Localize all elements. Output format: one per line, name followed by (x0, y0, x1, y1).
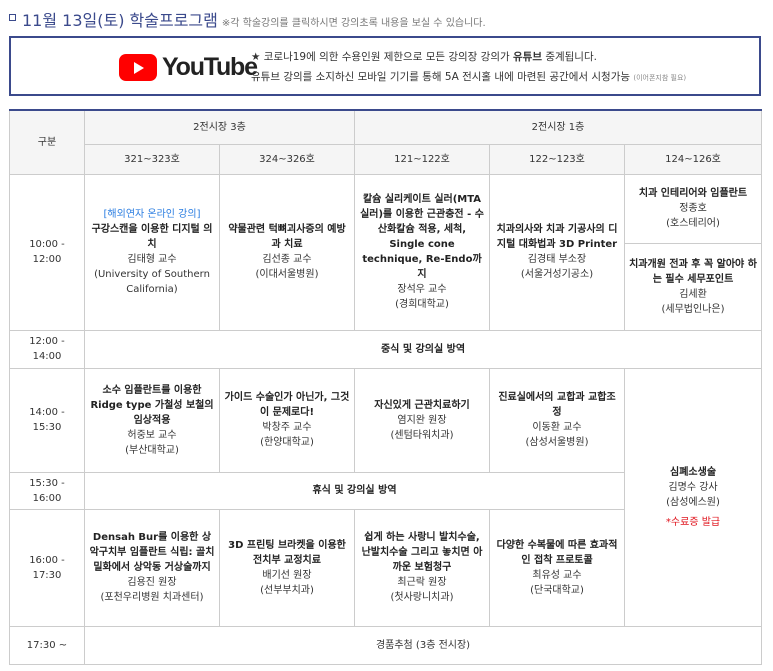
lecture-cell[interactable]: 소수 임플란트를 이용한 Ridge type 가철성 보철의 임상적용 허중보 … (84, 367, 220, 473)
hall-3f: 2전시장 3층 (84, 109, 355, 145)
program-table: 구분 2전시장 3층 2전시장 1층 321~323호 324~326호 121… (9, 109, 763, 665)
lecture-cell[interactable]: 3D 프린팅 브라켓을 이용한 전치부 교정치료 배기선 원장 (선부부치과) (219, 508, 355, 627)
lecture-cell[interactable]: [해외연자 온라인 강의] 구강스캔을 이용한 디지털 의치 김태형 교수 (Univ… (84, 173, 220, 331)
youtube-play-icon (119, 54, 157, 81)
lecture-cell[interactable]: 진료실에서의 교합과 교합조정 이동환 교수 (삼성서울병원) (489, 367, 625, 473)
lecture-cell[interactable]: 칼슘 실리케이트 실러(MTA 실러)를 이용한 근관충전 - 수산화칼슘 적용… (354, 173, 490, 331)
page-title: 11월 13일(토) 학술프로그램 ※각 학술강의를 클릭하시면 강의초록 내용을… (22, 11, 486, 30)
hall-1f: 2전시장 1층 (353, 109, 763, 145)
lunch-label: 중식 및 강의실 방역 (83, 329, 763, 369)
header-row-halls: 구분 2전시장 3층 2전시장 1층 (9, 109, 763, 175)
cpr-cell[interactable]: 심폐소생술 김명수 강사 (삼성에스원) *수료증 발급 (623, 367, 763, 627)
time-1530-16: 15:30 - 16:00 (9, 471, 85, 510)
time-12-14: 12:00 - 14:00 (9, 329, 85, 369)
youtube-notice: YouTube ★ 코로나19에 의한 수용인원 제한으로 모든 강의장 강의가… (9, 36, 761, 96)
lecture-cell[interactable]: 치과의사와 치과 기공사의 디지털 대화법과 3D Printer 김경태 부소장… (489, 173, 625, 331)
square-bullet-icon (9, 14, 16, 21)
notice-line-2: 유튜브 강의를 소지하신 모바일 기기를 통해 5A 전시홀 내에 마련된 공간… (251, 71, 687, 83)
certificate-note: *수료증 발급 (665, 516, 721, 528)
room-122-123: 122~123호 (489, 143, 625, 175)
room-324-326: 324~326호 (219, 143, 355, 175)
lecture-cell[interactable]: 치과개원 전과 후 꼭 알아야 하는 필수 세무포인트 김세환 (세무법인나은) (623, 242, 763, 331)
youtube-logo-text: YouTube (162, 53, 258, 81)
notice-line-1: ★ 코로나19에 의한 수용인원 제한으로 모든 강의장 강의가 유튜브 중계됩… (251, 51, 597, 63)
lunch-row: 12:00 - 14:00 중식 및 강의실 방역 (9, 329, 763, 369)
time-10-12: 10:00 - 12:00 (9, 173, 85, 331)
lecture-cell[interactable]: 다양한 수복물에 따른 효과적인 접착 프로토콜 최유성 교수 (단국대학교) (489, 508, 625, 627)
lecture-cell[interactable]: 쉽게 하는 사랑니 발치수술, 난발치수술 그리고 놓치면 아까운 보험청구 최근… (354, 508, 490, 627)
time-1730: 17:30 ~ (9, 625, 85, 665)
lecture-cell[interactable]: 치과 인테리어와 임플란트 정종호 (호스테리어) (623, 173, 763, 244)
lecture-cell[interactable]: 가이드 수술인가 아닌가, 그것이 문제로다! 박창주 교수 (한양대학교) (219, 367, 355, 473)
room-321-323: 321~323호 (84, 143, 220, 175)
youtube-notice-text: ★ 코로나19에 의한 수용인원 제한으로 모든 강의장 강의가 유튜브 중계됩… (251, 47, 686, 88)
closing-label: 경품추첨 (3층 전시장) (83, 625, 763, 665)
col-label: 구분 (9, 109, 85, 175)
title-note: ※각 학술강의를 클릭하시면 강의초록 내용을 보실 수 있습니다. (221, 18, 486, 29)
time-16-1730: 16:00 - 17:30 (9, 508, 85, 627)
lecture-cell[interactable]: Densah Bur를 이용한 상악구치부 임플란트 식립: 골치밀화에서 상악… (84, 508, 220, 627)
closing-row: 17:30 ~ 경품추첨 (3층 전시장) (9, 625, 763, 665)
header-row-rooms: 321~323호 324~326호 121~122호 122~123호 124~… (10, 143, 763, 175)
session2-row: 14:00 - 15:30 소수 임플란트를 이용한 Ridge type 가철… (9, 367, 763, 627)
lecture-cell[interactable]: 자신있게 근관치료하기 염지완 원장 (센텀타워치과) (354, 367, 490, 473)
title-bar: 11월 13일(토) 학술프로그램 ※각 학술강의를 클릭하시면 강의초록 내용을… (0, 0, 773, 36)
room-121-122: 121~122호 (354, 143, 490, 175)
room-124-126: 124~126호 (623, 143, 763, 175)
break-label: 휴식 및 강의실 방역 (84, 471, 625, 510)
lecture-cell[interactable]: 약물관련 턱뼈괴사증의 예방과 치료 김선종 교수 (이대서울병원) (219, 173, 355, 331)
youtube-logo[interactable]: YouTube (119, 53, 258, 82)
time-14-1530: 14:00 - 15:30 (9, 367, 85, 473)
session1-row-a: 10:00 - 12:00 [해외연자 온라인 강의] 구강스캔을 이용한 디지털… (9, 173, 763, 331)
